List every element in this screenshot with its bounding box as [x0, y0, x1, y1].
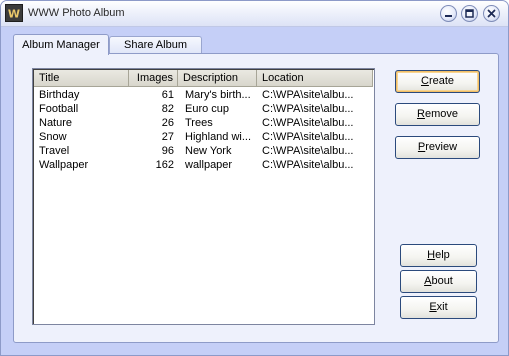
album-location: C:\WPA\site\albu...	[262, 159, 354, 171]
album-title: Football	[39, 103, 79, 115]
album-image-count: 96	[161, 145, 174, 157]
maximize-icon	[465, 9, 474, 18]
album-row-nature[interactable]: Nature 26 Trees C:\WPA\site\albu...	[34, 116, 373, 130]
close-button[interactable]	[483, 5, 500, 22]
title-bar[interactable]: W WWW Photo Album	[1, 1, 508, 27]
exit-button-label: xit	[436, 301, 448, 313]
album-row-travel[interactable]: Travel 96 New York C:\WPA\site\albu...	[34, 144, 373, 158]
album-title: Nature	[39, 117, 73, 129]
album-location: C:\WPA\site\albu...	[262, 131, 354, 143]
close-icon	[487, 9, 496, 18]
remove-button-label: emove	[424, 108, 458, 120]
album-image-count: 162	[155, 159, 174, 171]
column-header-title[interactable]: Title	[34, 70, 129, 87]
create-button[interactable]: Create	[395, 70, 480, 93]
album-location: C:\WPA\site\albu...	[262, 103, 354, 115]
album-title: Wallpaper	[39, 159, 89, 171]
album-description: New York	[185, 145, 232, 157]
album-image-count: 27	[161, 131, 174, 143]
about-button-label: bout	[431, 275, 453, 287]
album-description: Highland wi...	[185, 131, 252, 143]
minimize-button[interactable]	[440, 5, 457, 22]
album-description: Euro cup	[185, 103, 230, 115]
column-header-images[interactable]: Images	[129, 70, 178, 87]
album-location: C:\WPA\site\albu...	[262, 117, 354, 129]
album-row-football[interactable]: Football 82 Euro cup C:\WPA\site\albu...	[34, 102, 373, 116]
app-window: W WWW Photo Album Album Manager Share Al…	[0, 0, 509, 356]
album-location: C:\WPA\site\albu...	[262, 89, 354, 101]
preview-button-label: review	[425, 141, 458, 153]
help-button-label: elp	[435, 249, 450, 261]
album-row-snow[interactable]: Snow 27 Highland wi... C:\WPA\site\albu.…	[34, 130, 373, 144]
album-list[interactable]: Title Images Description Location Birthd…	[32, 68, 375, 325]
tab-album-manager[interactable]: Album Manager	[13, 34, 109, 55]
preview-button[interactable]: Preview	[395, 136, 480, 159]
create-button-label: reate	[428, 75, 455, 87]
remove-button-mnemonic: R	[417, 108, 425, 120]
album-list-header: Title Images Description Location	[34, 70, 373, 87]
album-title: Birthday	[39, 89, 80, 101]
app-logo-icon[interactable]: W	[5, 4, 23, 22]
album-image-count: 26	[161, 117, 174, 129]
album-location: C:\WPA\site\albu...	[262, 145, 354, 157]
album-manager-panel: Title Images Description Location Birthd…	[13, 53, 499, 343]
album-description: Trees	[185, 117, 213, 129]
window-title: WWW Photo Album	[28, 7, 125, 19]
album-row-wallpaper[interactable]: Wallpaper 162 wallpaper C:\WPA\site\albu…	[34, 158, 373, 172]
remove-button[interactable]: Remove	[395, 103, 480, 126]
exit-button[interactable]: Exit	[400, 296, 477, 319]
maximize-button[interactable]	[461, 5, 478, 22]
help-button-mnemonic: H	[427, 249, 436, 261]
album-title: Snow	[39, 131, 67, 143]
column-header-description[interactable]: Description	[178, 70, 257, 87]
exit-button-mnemonic: E	[429, 301, 437, 313]
about-button[interactable]: About	[400, 270, 477, 293]
album-row-birthday[interactable]: Birthday 61 Mary's birth... C:\WPA\site\…	[34, 88, 373, 102]
album-image-count: 82	[161, 103, 174, 115]
tab-share-album[interactable]: Share Album	[109, 36, 202, 54]
album-description: wallpaper	[185, 159, 233, 171]
album-image-count: 61	[161, 89, 174, 101]
app-logo-letter: W	[8, 8, 20, 21]
column-header-location[interactable]: Location	[257, 70, 373, 87]
create-button-mnemonic: C	[420, 75, 429, 87]
album-description: Mary's birth...	[185, 89, 251, 101]
album-list-body: Birthday 61 Mary's birth... C:\WPA\site\…	[34, 88, 373, 172]
help-button[interactable]: Help	[400, 244, 477, 267]
minimize-icon	[445, 15, 452, 17]
album-title: Travel	[39, 145, 70, 157]
